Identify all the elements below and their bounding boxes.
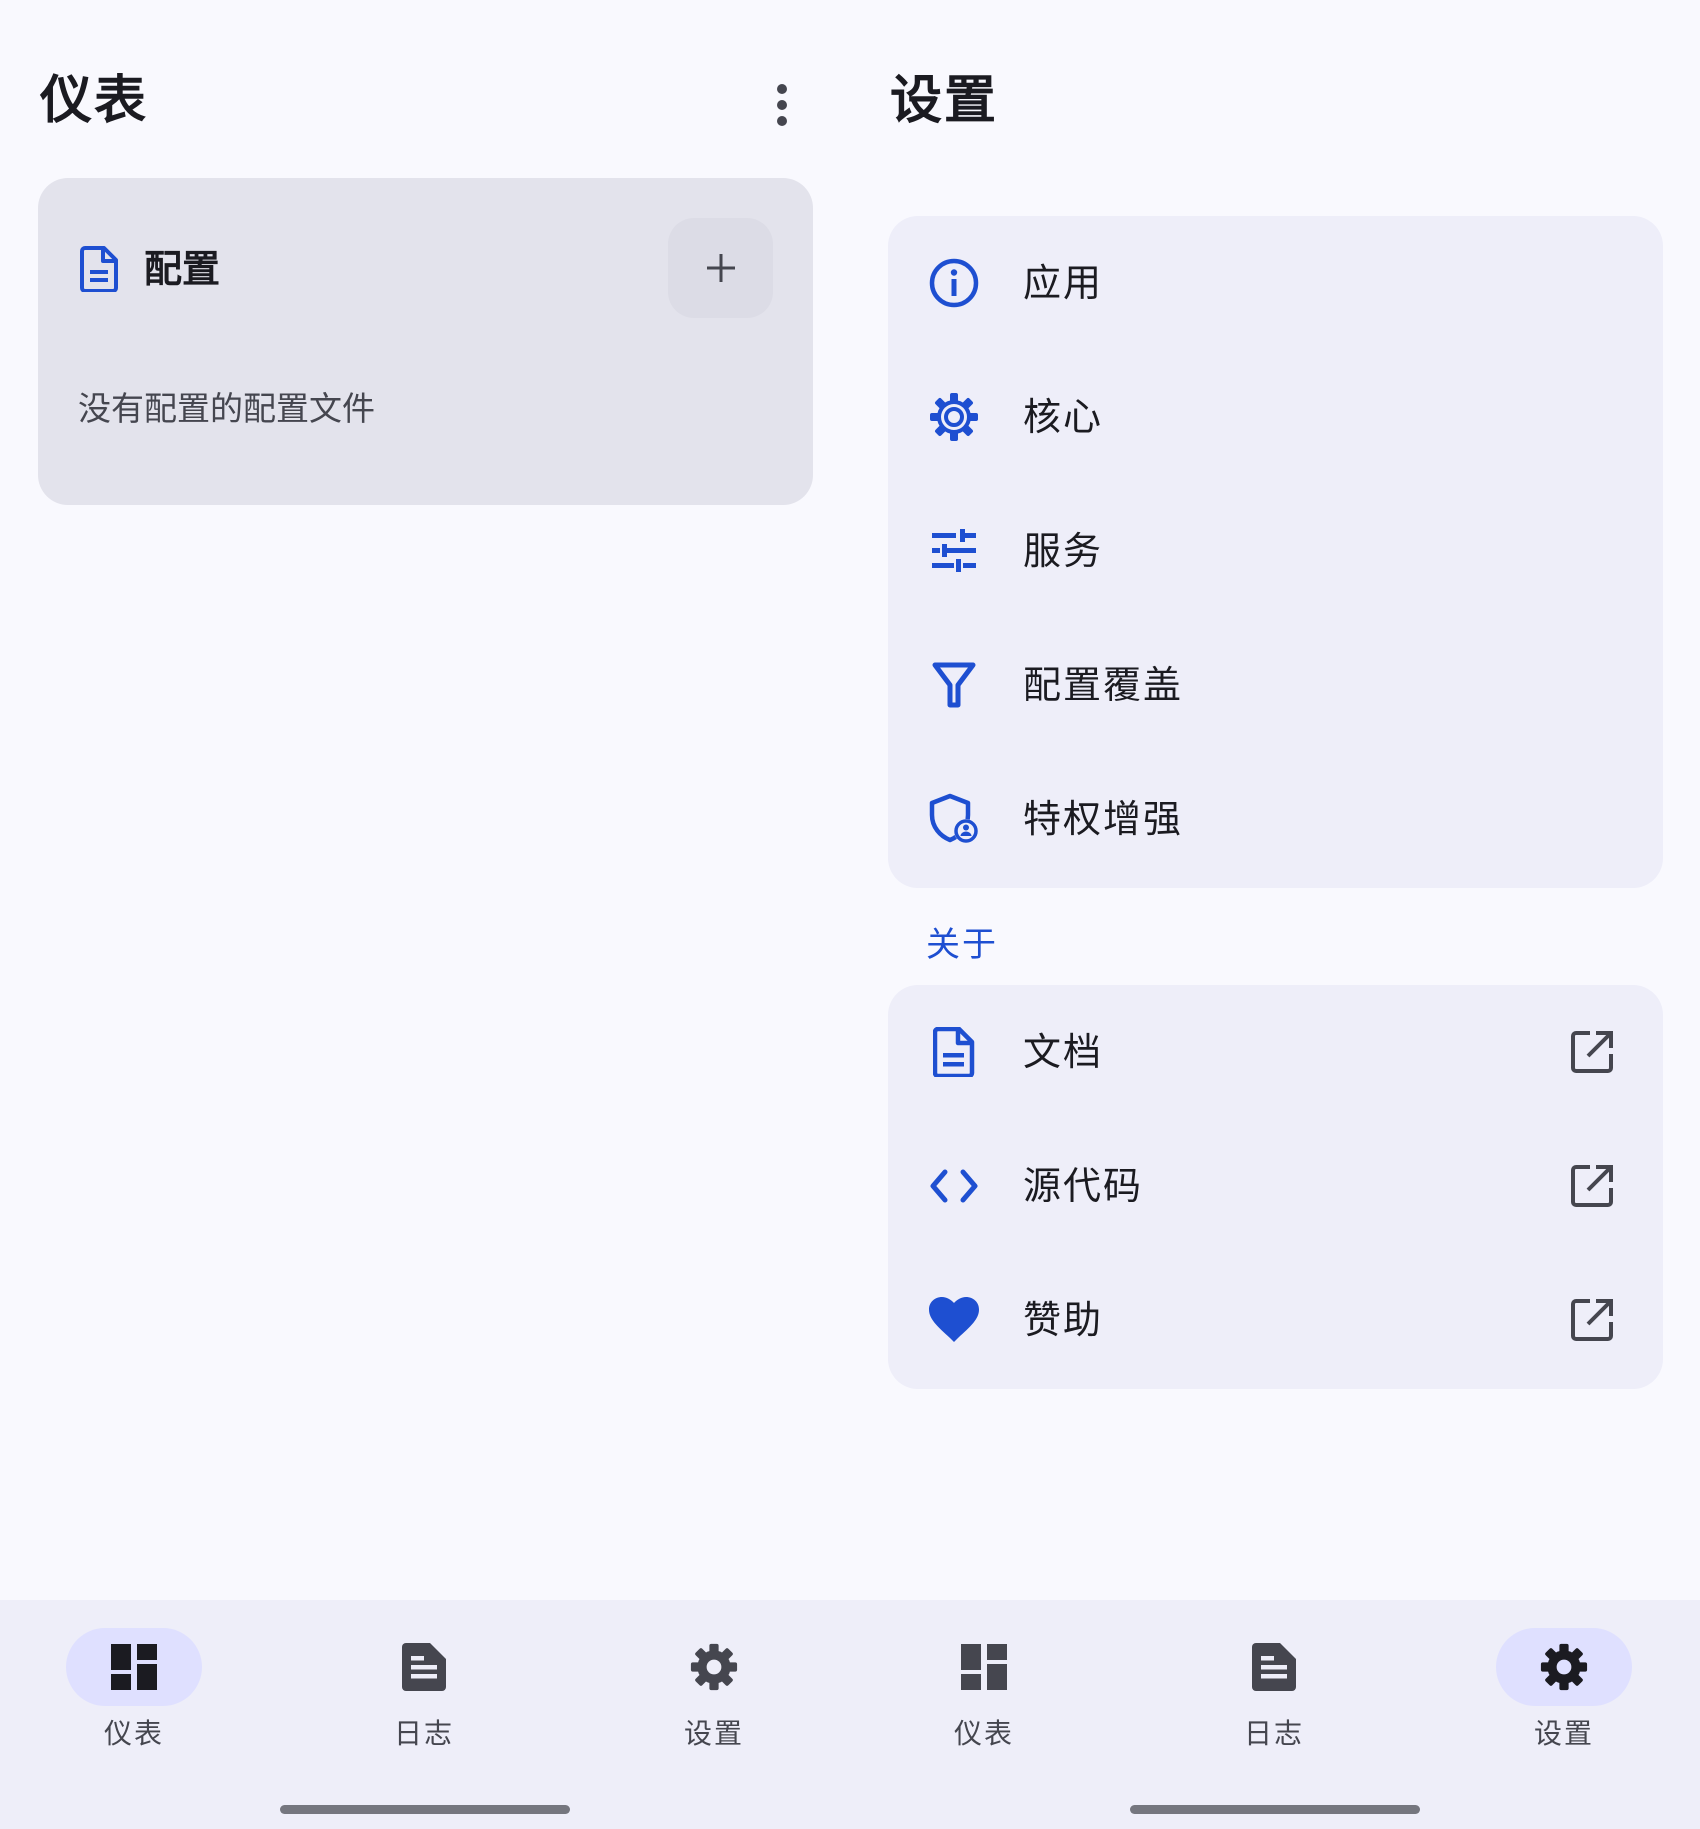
nav-item-dashboard[interactable]: 仪表 [884,1628,1084,1758]
settings-item-label: 服务 [1023,529,1104,573]
nav-indicator [356,1628,492,1706]
gesture-handle [1130,1805,1420,1814]
about-item-sponsor[interactable]: 赞助 [888,1253,1663,1387]
plus-icon [706,254,735,282]
more-vert-icon [777,84,787,126]
nav-item-settings[interactable]: 设置 [1464,1628,1664,1758]
about-item-docs[interactable]: 文档 [888,985,1663,1119]
nav-item-logs[interactable]: 日志 [324,1628,524,1758]
page-title: 仪表 [40,71,149,131]
nav-indicator [66,1628,202,1706]
document-icon [928,1026,980,1078]
gear-icon [928,391,980,443]
about-item-label: 赞助 [1023,1298,1104,1342]
profiles-card-title: 配置 [144,247,221,291]
settings-item-label: 配置覆盖 [1023,663,1184,707]
nav-indicator [916,1628,1052,1706]
settings-item-label: 应用 [1023,261,1104,305]
settings-item-label: 特权增强 [1023,797,1184,841]
document-icon [80,246,118,292]
settings-item-core[interactable]: 核心 [888,350,1663,484]
settings-item-privilege[interactable]: 特权增强 [888,752,1663,886]
nav-indicator [1206,1628,1342,1706]
nav-item-label: 仪表 [103,1717,164,1750]
log-icon [402,1643,446,1691]
heart-icon [928,1294,980,1346]
settings-pane: 设置 应用 核心 服务 配置覆盖 特权增强 关于 文档 源代码 赞助 [850,0,1700,1600]
nav-item-label: 日志 [1243,1717,1304,1750]
empty-profiles-message: 没有配置的配置文件 [78,389,375,428]
filter-icon [928,659,980,711]
open-external-icon [1571,1299,1613,1341]
admin-shield-icon [928,793,980,845]
code-icon [928,1160,980,1212]
settings-main-group: 应用 核心 服务 配置覆盖 特权增强 [888,216,1663,888]
settings-item-override[interactable]: 配置覆盖 [888,618,1663,752]
open-external-icon [1571,1165,1613,1207]
gesture-handle [280,1805,570,1814]
nav-item-label: 设置 [683,1717,744,1750]
nav-item-label: 仪表 [953,1717,1014,1750]
nav-item-label: 日志 [393,1717,454,1750]
info-icon [928,257,980,309]
tune-sliders-icon [928,525,980,577]
nav-indicator [1496,1628,1632,1706]
about-item-source[interactable]: 源代码 [888,1119,1663,1253]
bottom-navigation: 仪表 日志 设置 仪表 日志 设置 [0,1600,1700,1829]
about-item-label: 源代码 [1023,1164,1144,1208]
more-options-button[interactable] [752,70,812,140]
nav-item-label: 设置 [1533,1717,1594,1750]
log-icon [1252,1643,1296,1691]
settings-item-label: 核心 [1023,395,1104,439]
add-profile-button[interactable] [668,218,773,318]
open-external-icon [1571,1031,1613,1073]
nav-indicator [646,1628,782,1706]
about-item-label: 文档 [1023,1030,1104,1074]
settings-item-app[interactable]: 应用 [888,216,1663,350]
dashboard-icon [111,1644,157,1690]
nav-item-dashboard[interactable]: 仪表 [34,1628,234,1758]
dashboard-pane: 仪表 配置 没有配置的配置文件 [0,0,850,1600]
page-title: 设置 [890,71,999,131]
about-section-label: 关于 [926,925,998,965]
settings-icon [690,1643,738,1691]
settings-icon [1540,1643,1588,1691]
settings-item-service[interactable]: 服务 [888,484,1663,618]
about-group: 文档 源代码 赞助 [888,985,1663,1389]
profiles-card: 配置 没有配置的配置文件 [38,178,813,505]
nav-item-logs[interactable]: 日志 [1174,1628,1374,1758]
nav-item-settings[interactable]: 设置 [614,1628,814,1758]
dashboard-icon [961,1644,1007,1690]
